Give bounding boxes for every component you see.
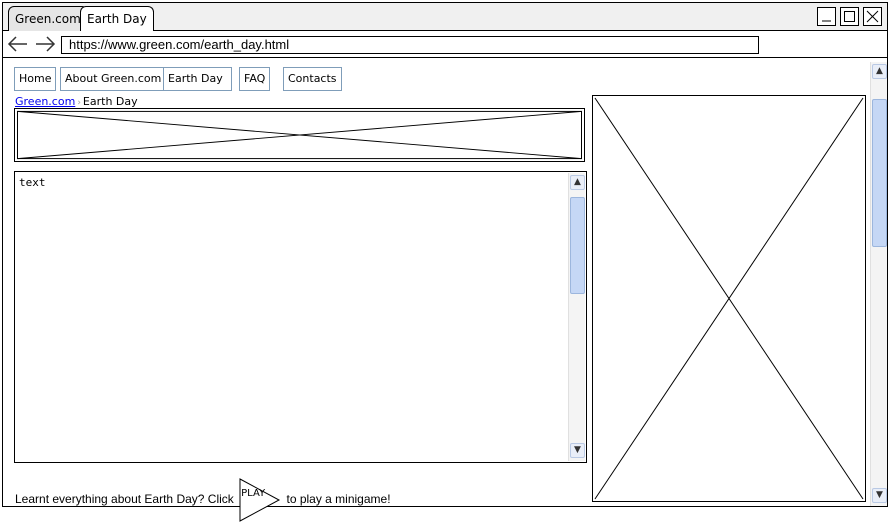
back-arrow-icon[interactable] — [7, 36, 29, 52]
tab-green-com[interactable]: Green.com — [8, 6, 88, 31]
nav-earth-day[interactable]: Earth Day — [163, 67, 232, 91]
maximize-icon — [844, 11, 855, 22]
page-scroll-down-button[interactable]: ▼ — [872, 488, 887, 503]
forward-arrow-icon[interactable] — [34, 36, 56, 52]
nav-about[interactable]: About Green.com — [60, 67, 167, 91]
address-bar: https://www.green.com/earth_day.html — [3, 31, 887, 58]
image-placeholder-icon — [16, 110, 583, 160]
page-scroll-thumb[interactable] — [872, 99, 887, 247]
article-text-area[interactable]: text ▲ ▼ — [14, 171, 587, 463]
minimize-button[interactable] — [817, 7, 836, 26]
nav-contacts[interactable]: Contacts — [283, 67, 342, 91]
scroll-down-button[interactable]: ▼ — [570, 443, 585, 458]
breadcrumb-separator: › — [77, 98, 81, 108]
banner-image-placeholder — [14, 108, 585, 162]
article-scrollbar[interactable]: ▲ ▼ — [568, 173, 585, 461]
breadcrumb-current: Earth Day — [82, 95, 138, 108]
close-button[interactable] — [863, 7, 882, 26]
page-scrollbar[interactable]: ▲ ▼ — [870, 62, 887, 506]
close-icon — [866, 10, 879, 23]
breadcrumb: Green.com › Earth Day — [15, 95, 138, 109]
maximize-button[interactable] — [840, 7, 859, 26]
url-field[interactable]: https://www.green.com/earth_day.html — [61, 36, 759, 54]
breadcrumb-link-green-com[interactable]: Green.com — [15, 95, 75, 108]
side-image-placeholder — [592, 95, 866, 502]
minimize-icon — [822, 20, 831, 22]
browser-window: Green.com Earth Day https://www.green.co… — [2, 2, 888, 522]
title-bar: Green.com Earth Day — [3, 3, 887, 32]
tab-earth-day[interactable]: Earth Day — [80, 6, 154, 32]
nav-home[interactable]: Home — [14, 67, 57, 91]
nav-faq[interactable]: FAQ — [239, 67, 271, 91]
minigame-prompt: Learnt everything about Earth Day? Click… — [15, 478, 391, 522]
minigame-prompt-prefix: Learnt everything about Earth Day? Click — [15, 492, 234, 507]
scroll-thumb[interactable] — [570, 197, 585, 294]
scroll-up-button[interactable]: ▲ — [570, 175, 585, 190]
page-content: Home About Green.com Earth Day FAQ Conta… — [3, 58, 887, 522]
article-text: text — [19, 176, 46, 189]
minigame-prompt-suffix: to play a minigame! — [286, 492, 391, 507]
play-button-label: PLAY — [241, 488, 266, 499]
image-placeholder-icon — [594, 97, 864, 500]
play-icon — [239, 478, 281, 522]
play-button[interactable]: PLAY — [239, 478, 281, 522]
page-scroll-up-button[interactable]: ▲ — [872, 64, 887, 79]
